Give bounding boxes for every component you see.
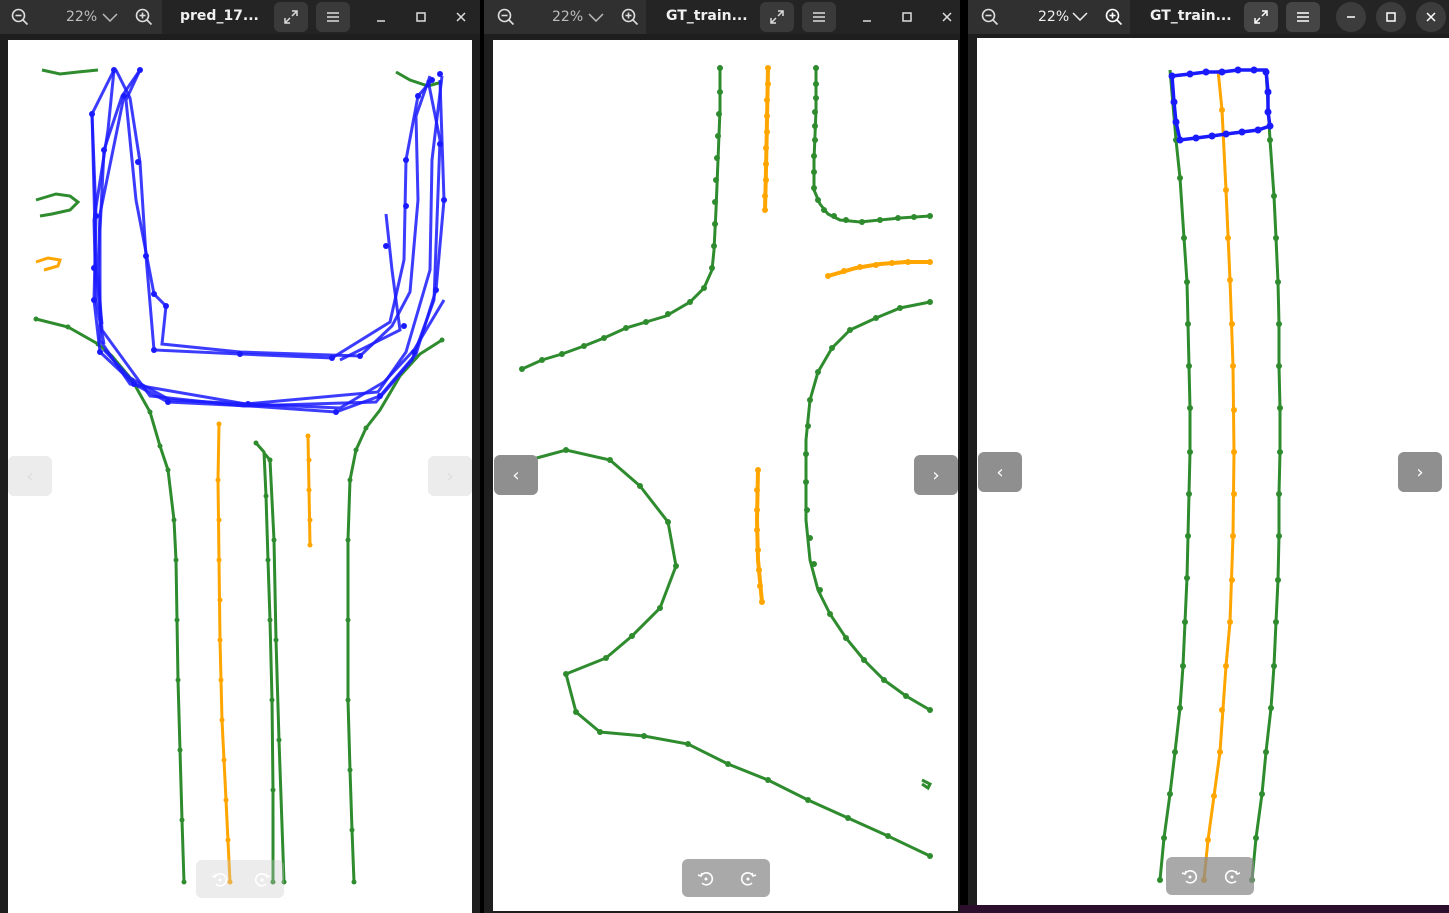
terminal-strip (960, 905, 1449, 913)
rotate-controls (1166, 857, 1254, 895)
header-bar: 22% pred_17... (0, 0, 480, 34)
zoom-level[interactable]: 22% (1038, 0, 1069, 34)
boundary-points (519, 65, 933, 859)
previous-image-button[interactable]: ‹ (8, 456, 52, 496)
close-button[interactable] (1416, 2, 1446, 32)
zoom-level[interactable]: 22% (552, 0, 583, 34)
rotate-right-icon[interactable] (252, 869, 272, 889)
minimize-button[interactable] (366, 2, 396, 32)
previous-image-button[interactable]: ‹ (494, 455, 538, 495)
header-bar: 22% GT_train... (968, 0, 1449, 34)
viewer-window-1: 22% pred_17... ‹ › (0, 0, 480, 913)
next-image-button[interactable]: › (1398, 452, 1442, 492)
rotate-right-icon[interactable] (1222, 866, 1242, 886)
map-drawing (33, 67, 447, 885)
zoom-level[interactable]: 22% (66, 0, 97, 34)
minimize-icon (863, 20, 871, 22)
fullscreen-button[interactable] (760, 2, 794, 32)
zoom-in-button[interactable] (614, 2, 646, 32)
zoom-out-icon (981, 8, 999, 26)
fullscreen-icon (770, 10, 784, 24)
centerlines (1202, 69, 1236, 881)
maximize-icon (1386, 12, 1396, 22)
close-icon (456, 12, 466, 22)
rotate-left-icon[interactable] (210, 869, 230, 889)
image-canvas[interactable]: ‹ › (493, 40, 958, 911)
menu-icon (327, 12, 339, 22)
next-image-button[interactable]: › (428, 456, 472, 496)
close-button[interactable] (446, 2, 476, 32)
centerline-points (215, 421, 313, 885)
minimize-button[interactable] (852, 2, 882, 32)
zoom-out-button[interactable] (974, 2, 1006, 32)
rotate-controls (196, 860, 284, 898)
chevron-left-icon: ‹ (26, 465, 34, 487)
chevron-down-icon[interactable] (102, 13, 118, 22)
close-icon (942, 12, 952, 22)
zoom-in-icon (135, 8, 153, 26)
zoom-in-icon (1105, 8, 1123, 26)
crossing-polygons (90, 69, 446, 414)
fullscreen-button[interactable] (274, 2, 308, 32)
close-button[interactable] (932, 2, 960, 32)
image-canvas[interactable]: ‹ › (8, 40, 472, 913)
image-canvas[interactable]: ‹ › (977, 38, 1449, 910)
header-bar: 22% GT_train... (484, 0, 960, 34)
menu-button[interactable] (1286, 2, 1320, 32)
chevron-down-icon[interactable] (588, 13, 604, 22)
map-drawing (519, 65, 933, 859)
chevron-left-icon: ‹ (996, 461, 1004, 483)
menu-icon (1297, 12, 1309, 22)
window-title: GT_train... (1150, 8, 1232, 24)
window-title: pred_17... (180, 8, 259, 24)
maximize-button[interactable] (892, 2, 922, 32)
next-image-button[interactable]: › (914, 455, 958, 495)
rotate-left-icon[interactable] (1180, 866, 1200, 886)
window-title: GT_train... (666, 8, 748, 24)
chevron-right-icon: › (932, 464, 940, 486)
previous-image-button[interactable]: ‹ (978, 452, 1022, 492)
maximize-button[interactable] (1376, 2, 1406, 32)
viewer-window-2: 22% GT_train... ‹ › (484, 0, 960, 913)
fullscreen-icon (1254, 10, 1268, 24)
rotate-controls (682, 859, 770, 897)
menu-button[interactable] (316, 2, 350, 32)
maximize-button[interactable] (406, 2, 436, 32)
chevron-down-icon[interactable] (1072, 12, 1088, 21)
minimize-button[interactable] (1336, 2, 1366, 32)
maximize-icon (902, 12, 912, 22)
minimize-icon (377, 20, 385, 22)
rotate-left-icon[interactable] (696, 868, 716, 888)
rotate-right-icon[interactable] (738, 868, 758, 888)
zoom-in-icon (621, 8, 639, 26)
zoom-out-icon (497, 8, 515, 26)
fullscreen-icon (284, 10, 298, 24)
minimize-icon (1347, 16, 1355, 18)
menu-button[interactable] (802, 2, 836, 32)
menu-icon (813, 12, 825, 22)
chevron-right-icon: › (1416, 461, 1424, 483)
fullscreen-button[interactable] (1244, 2, 1278, 32)
viewer-window-3: 22% GT_train... ‹ › (968, 0, 1449, 913)
chevron-left-icon: ‹ (512, 464, 520, 486)
zoom-out-button[interactable] (490, 2, 522, 32)
maximize-icon (416, 12, 426, 22)
zoom-in-button[interactable] (1098, 2, 1130, 32)
zoom-in-button[interactable] (128, 2, 160, 32)
boundary-lines (521, 68, 933, 858)
map-drawing (1157, 66, 1283, 883)
close-icon (1426, 12, 1436, 22)
zoom-out-button[interactable] (4, 2, 36, 32)
zoom-out-icon (11, 8, 29, 26)
chevron-right-icon: › (446, 465, 454, 487)
